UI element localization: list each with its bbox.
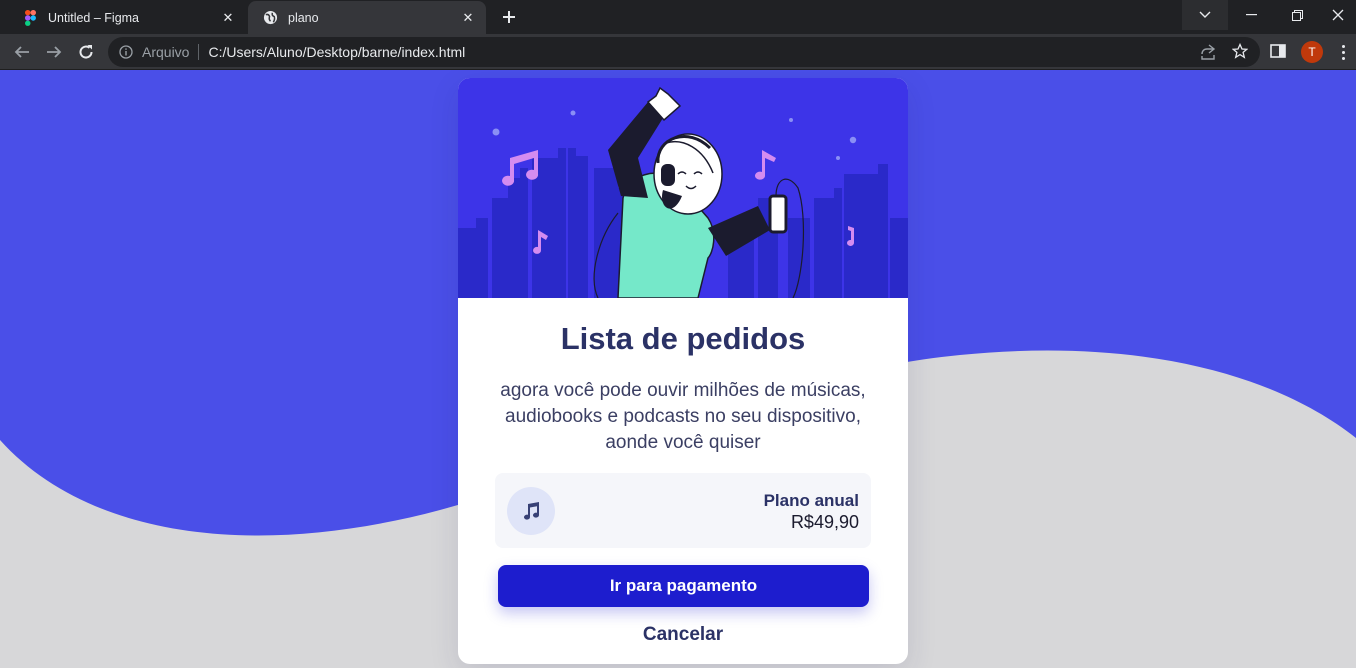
figma-icon <box>22 9 38 26</box>
tab-figma[interactable]: Untitled – Figma ✕ <box>8 1 246 34</box>
restore-icon[interactable] <box>1274 0 1320 30</box>
music-note-icon <box>507 487 555 535</box>
order-card: Lista de pedidos agora você pode ouvir m… <box>458 78 908 664</box>
tab-title: plano <box>288 10 319 25</box>
more-menu-icon[interactable] <box>1337 42 1349 62</box>
pay-button[interactable]: Ir para pagamento <box>498 565 869 607</box>
cancel-button[interactable]: Cancelar <box>458 624 908 646</box>
hero-illustration <box>458 78 908 298</box>
tab-title: Untitled – Figma <box>48 10 140 25</box>
card-description: agora você pode ouvir milhões de músicas… <box>500 380 866 453</box>
share-icon[interactable] <box>1200 44 1216 65</box>
close-window-icon[interactable] <box>1320 0 1356 30</box>
forward-arrow-icon[interactable] <box>40 38 68 66</box>
plan-price: R$49,90 <box>790 512 859 532</box>
browser-toolbar: Arquivo C:/Users/Aluno/Desktop/barne/ind… <box>0 34 1356 70</box>
tab-search-icon[interactable] <box>1182 0 1228 30</box>
reload-icon[interactable] <box>72 38 100 66</box>
plan-summary: Plano anual R$49,90 <box>495 473 871 548</box>
page-title: Lista de pedidos <box>560 321 806 356</box>
back-arrow-icon[interactable] <box>8 38 36 66</box>
close-tab-icon[interactable]: ✕ <box>220 10 236 26</box>
globe-icon <box>262 10 278 26</box>
profile-avatar[interactable]: T <box>1301 41 1323 63</box>
address-bar[interactable]: Arquivo C:/Users/Aluno/Desktop/barne/ind… <box>108 37 1260 67</box>
bookmark-star-icon[interactable] <box>1231 42 1249 64</box>
tab-plano[interactable]: plano ✕ <box>248 1 486 34</box>
address-scheme-label: Arquivo <box>142 44 190 60</box>
side-panel-icon[interactable] <box>1270 43 1288 61</box>
address-url[interactable]: C:/Users/Aluno/Desktop/barne/index.html <box>208 44 465 60</box>
minimize-icon[interactable] <box>1228 0 1274 30</box>
page-viewport: Lista de pedidos agora você pode ouvir m… <box>0 70 1356 668</box>
address-separator <box>198 44 200 60</box>
new-tab-button[interactable] <box>495 5 523 29</box>
plan-name: Plano anual <box>763 491 859 510</box>
close-tab-icon[interactable]: ✕ <box>460 10 476 26</box>
browser-tab-bar: Untitled – Figma ✕ plano ✕ <box>0 0 1356 34</box>
info-icon[interactable] <box>118 44 134 60</box>
